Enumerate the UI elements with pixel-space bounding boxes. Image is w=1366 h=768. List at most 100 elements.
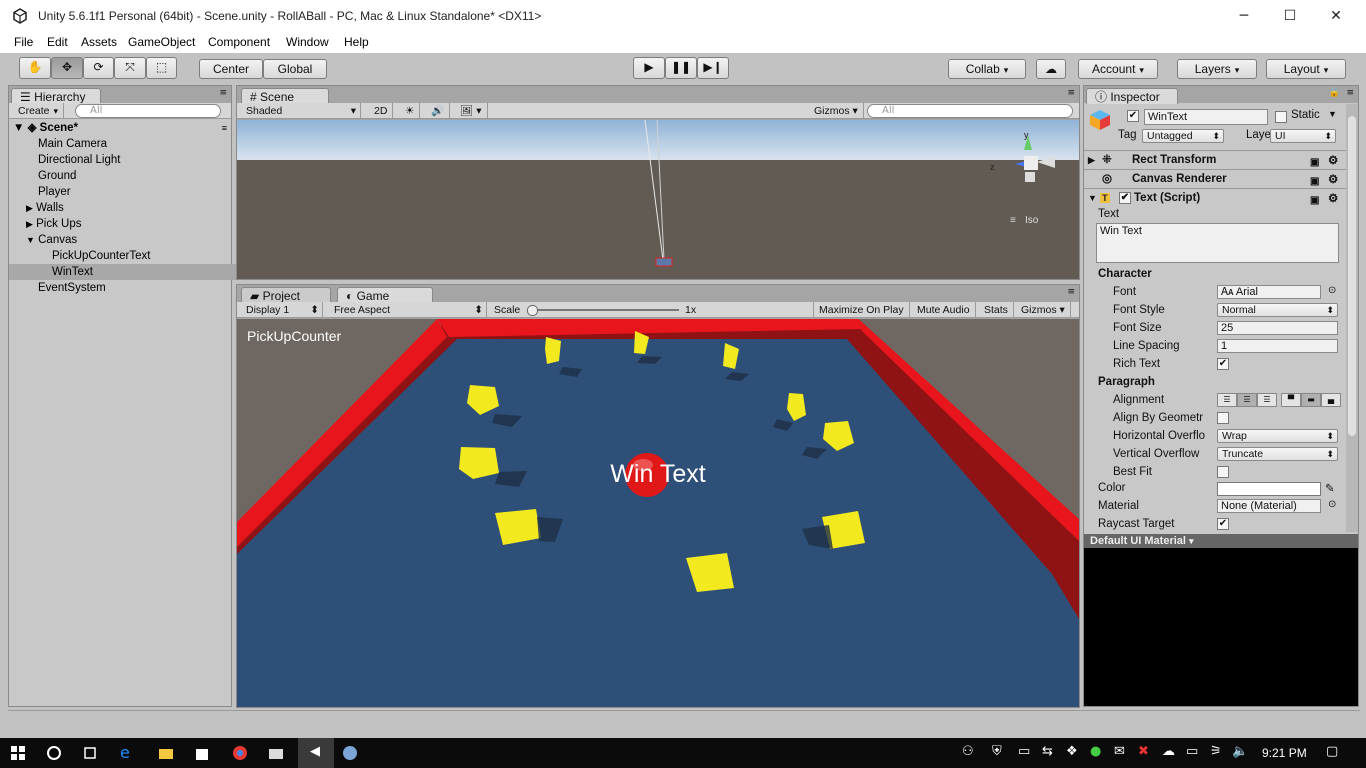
- onedrive-icon[interactable]: ☁: [1162, 744, 1175, 759]
- font-style-dropdown[interactable]: Normal: [1217, 303, 1338, 317]
- hierarchy-item-walls[interactable]: ▶ Walls: [9, 200, 233, 216]
- space-toggle[interactable]: Global: [263, 59, 327, 79]
- play-button[interactable]: ▶: [633, 57, 665, 79]
- preview-header[interactable]: Default UI Material ▾: [1084, 534, 1358, 548]
- horizontal-overflow-dropdown[interactable]: Wrap: [1217, 429, 1338, 443]
- tab-inspector[interactable]: ⓘ Inspector: [1086, 88, 1178, 104]
- gear-icon[interactable]: ⚙: [1328, 152, 1338, 170]
- volume-icon[interactable]: 🔈: [1232, 744, 1248, 759]
- display-dropdown[interactable]: Display 1 ⬍: [241, 302, 323, 318]
- close-button[interactable]: ✕: [1313, 0, 1359, 33]
- material-field[interactable]: None (Material): [1217, 499, 1321, 513]
- hierarchy-item-pick-ups[interactable]: ▶ Pick Ups: [9, 216, 233, 232]
- tab-scene[interactable]: # Scene: [241, 88, 329, 104]
- effects-dropdown-icon[interactable]: 🖼 ▾: [455, 103, 488, 119]
- static-dropdown-icon[interactable]: ▼: [1328, 109, 1337, 119]
- rich-text-checkbox[interactable]: ✔: [1217, 358, 1229, 370]
- menu-window[interactable]: Window: [286, 35, 329, 49]
- chrome-icon[interactable]: [232, 745, 248, 761]
- menu-help[interactable]: Help: [344, 35, 369, 49]
- panel-menu-icon[interactable]: ≡: [1067, 88, 1075, 98]
- account-dropdown[interactable]: Account: [1078, 59, 1158, 79]
- game-viewport[interactable]: PickUpCounter Win Text: [237, 319, 1079, 707]
- clock-time[interactable]: 9:21 PM: [1262, 746, 1307, 760]
- gear-icon[interactable]: ⚙: [1328, 190, 1338, 208]
- hierarchy-item-player[interactable]: Player: [9, 184, 262, 200]
- object-picker-icon[interactable]: ⊙: [1328, 285, 1336, 296]
- movie-maker-icon[interactable]: [268, 745, 284, 761]
- static-checkbox[interactable]: [1275, 111, 1287, 123]
- unity-taskbar-button[interactable]: ◀: [298, 738, 334, 768]
- dropbox-icon[interactable]: ❖: [1066, 744, 1078, 759]
- scale-slider-track[interactable]: [531, 309, 679, 311]
- scale-tool-button[interactable]: ⤧: [114, 57, 146, 79]
- rect-transform-header[interactable]: ▶ ⁜ Rect Transform ▣ ⚙: [1084, 150, 1346, 169]
- panel-menu-icon[interactable]: ≡: [1067, 287, 1075, 297]
- line-spacing-field[interactable]: 1: [1217, 339, 1338, 353]
- iso-label[interactable]: Iso: [1025, 215, 1039, 226]
- 2d-toggle[interactable]: 2D: [369, 103, 394, 119]
- security-alert-icon[interactable]: ✖: [1138, 744, 1149, 759]
- visual-studio-icon[interactable]: [342, 745, 358, 761]
- mute-audio-toggle[interactable]: Mute Audio: [912, 302, 976, 318]
- people-icon[interactable]: ⚇: [962, 744, 974, 759]
- task-view-icon[interactable]: [82, 745, 98, 761]
- font-size-field[interactable]: 25: [1217, 321, 1338, 335]
- scene-gizmos-dropdown[interactable]: Gizmos ▾: [809, 103, 864, 119]
- edge-browser-icon[interactable]: e: [120, 743, 130, 762]
- audio-toggle-icon[interactable]: 🔊: [426, 103, 451, 119]
- minimize-button[interactable]: ─: [1221, 0, 1267, 33]
- scene-object-canvas[interactable]: [655, 257, 673, 267]
- scale-slider-thumb[interactable]: [527, 305, 538, 316]
- maximize-on-play-toggle[interactable]: Maximize On Play: [813, 302, 910, 318]
- align-top-icon[interactable]: ▀: [1281, 393, 1301, 407]
- cortana-search-icon[interactable]: [46, 745, 62, 761]
- hierarchy-item-directional-light[interactable]: Directional Light: [9, 152, 262, 168]
- action-center-icon[interactable]: ▢: [1326, 744, 1338, 759]
- help-icon[interactable]: ▣: [1310, 192, 1319, 210]
- layers-dropdown[interactable]: Layers: [1177, 59, 1257, 79]
- hierarchy-item-main-camera[interactable]: Main Camera: [9, 136, 262, 152]
- menu-assets[interactable]: Assets: [81, 35, 117, 49]
- hand-tool-button[interactable]: ✋: [19, 57, 51, 79]
- tab-game[interactable]: ◐ Game: [337, 287, 433, 303]
- mail-icon[interactable]: ✉: [1114, 744, 1125, 759]
- menu-edit[interactable]: Edit: [47, 35, 68, 49]
- object-picker-icon[interactable]: ⊙: [1328, 499, 1336, 510]
- network-share-icon[interactable]: ⇆: [1042, 744, 1053, 759]
- align-bottom-icon[interactable]: ▄: [1321, 393, 1341, 407]
- layer-dropdown[interactable]: UI: [1270, 129, 1336, 143]
- menu-gameobject[interactable]: GameObject: [128, 35, 195, 49]
- raycast-target-checkbox[interactable]: ✔: [1217, 518, 1229, 530]
- hierarchy-item-canvas[interactable]: ▼ Canvas: [9, 232, 233, 248]
- menu-file[interactable]: File: [14, 35, 33, 49]
- color-swatch[interactable]: [1217, 482, 1321, 496]
- text-value-area[interactable]: Win Text: [1096, 223, 1339, 263]
- maximize-button[interactable]: ☐: [1267, 0, 1313, 33]
- lock-icon[interactable]: 🔒: [1329, 88, 1340, 98]
- text-enabled-checkbox[interactable]: ✔: [1119, 192, 1131, 204]
- scrollbar-thumb[interactable]: [1348, 116, 1356, 436]
- windows-start-icon[interactable]: [10, 745, 26, 761]
- object-name-field[interactable]: WinText: [1144, 109, 1268, 125]
- wifi-icon[interactable]: ⚞: [1210, 744, 1222, 759]
- lighting-toggle-icon[interactable]: ☀: [400, 103, 421, 119]
- step-button[interactable]: ▶❙: [697, 57, 729, 79]
- tag-dropdown[interactable]: Untagged: [1142, 129, 1224, 143]
- scene-search-input[interactable]: All: [867, 104, 1073, 118]
- layout-dropdown[interactable]: Layout: [1266, 59, 1346, 79]
- aspect-dropdown[interactable]: Free Aspect ⬍: [329, 302, 487, 318]
- rotate-tool-button[interactable]: ⟳: [83, 57, 114, 79]
- align-center-icon[interactable]: ☰: [1237, 393, 1257, 407]
- move-tool-button[interactable]: ✥: [51, 57, 83, 79]
- shield-icon[interactable]: ⛨: [992, 744, 1002, 759]
- shading-dropdown[interactable]: Shaded ▾: [241, 103, 361, 119]
- inspector-scrollbar[interactable]: [1346, 104, 1358, 532]
- hierarchy-search-input[interactable]: All: [75, 104, 221, 118]
- cloud-button[interactable]: ☁: [1036, 59, 1066, 79]
- text-script-header[interactable]: ▼ T ✔ Text (Script) ▣ ⚙: [1084, 188, 1346, 207]
- pivot-toggle[interactable]: Center: [199, 59, 263, 79]
- scene-menu-icon[interactable]: ≡: [222, 120, 227, 136]
- active-checkbox[interactable]: ✔: [1127, 110, 1139, 122]
- file-explorer-icon[interactable]: [158, 745, 174, 761]
